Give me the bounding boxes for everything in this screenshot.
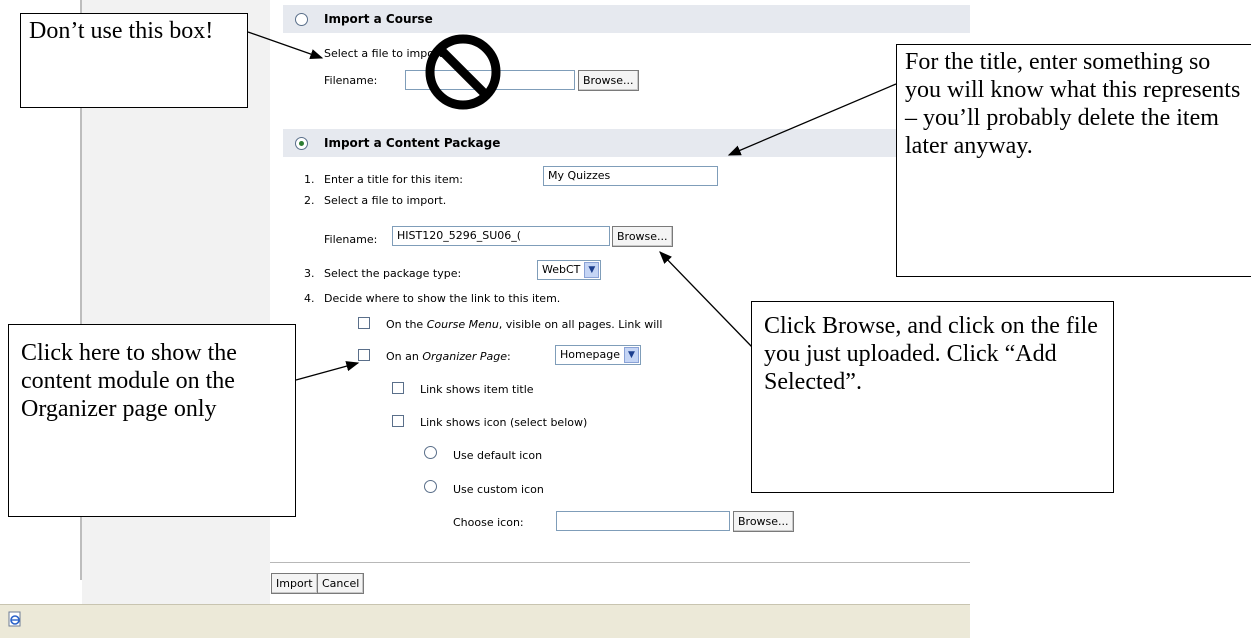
callout-title-hint: For the title, enter something so you wi… xyxy=(896,44,1251,277)
arrow-to-import-course xyxy=(247,31,324,60)
arrow-to-browse xyxy=(659,251,754,349)
arrow-to-organizer-checkbox xyxy=(295,361,360,381)
callout-dont-use: Don’t use this box! xyxy=(20,13,248,108)
callout-organizer-hint: Click here to show the content module on… xyxy=(8,324,296,517)
callout-browse-hint: Click Browse, and click on the file you … xyxy=(751,301,1114,493)
arrow-to-package-header xyxy=(727,83,897,156)
